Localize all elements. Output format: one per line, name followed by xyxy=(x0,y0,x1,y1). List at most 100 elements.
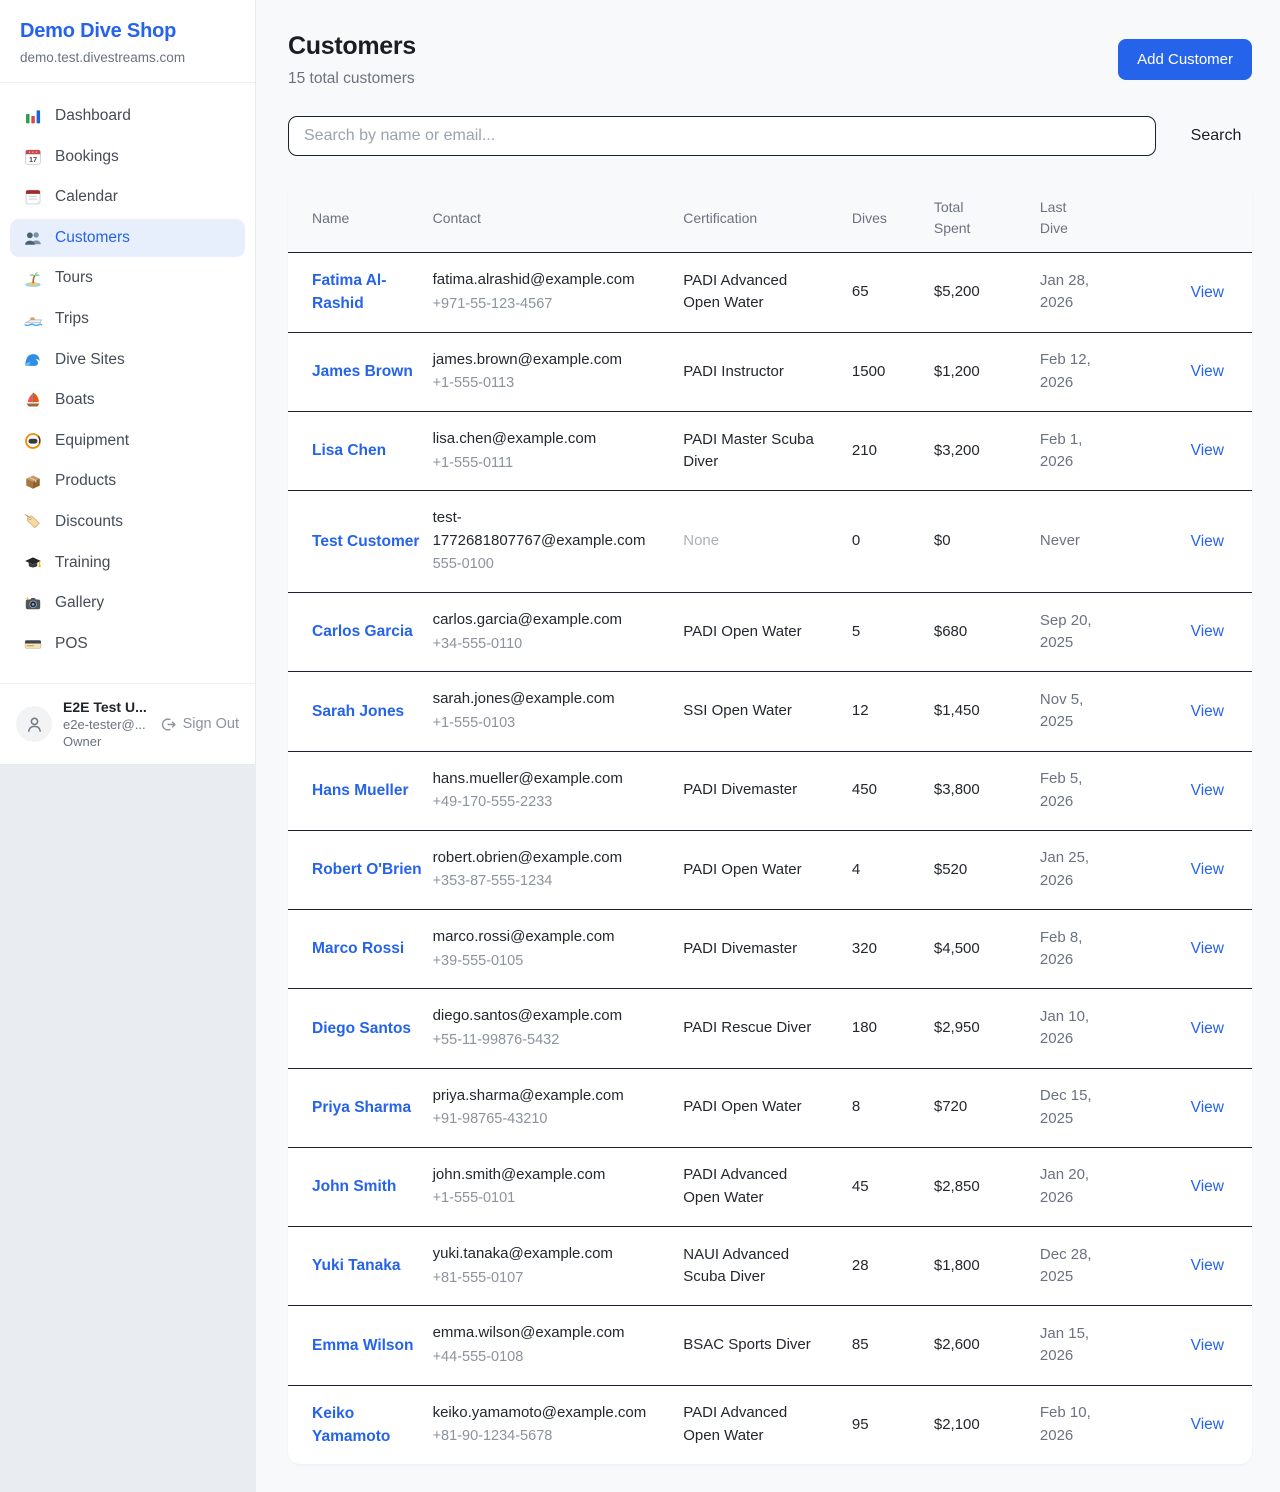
customer-phone: +1-555-0113 xyxy=(433,373,674,395)
customer-total-spent: $4,500 xyxy=(934,910,1040,989)
view-customer-link[interactable]: View xyxy=(1191,703,1224,720)
view-customer-link[interactable]: View xyxy=(1191,782,1224,799)
table-row: Sarah Jones sarah.jones@example.com +1-5… xyxy=(288,672,1252,751)
customers-table: Name Contact Certification Dives Total S… xyxy=(288,184,1252,1464)
view-customer-link[interactable]: View xyxy=(1191,940,1224,957)
customer-email: emma.wilson@example.com xyxy=(433,1322,674,1345)
customer-name-link[interactable]: Sarah Jones xyxy=(312,700,404,723)
sailboat-icon xyxy=(24,391,42,409)
customer-name-link[interactable]: Hans Mueller xyxy=(312,779,408,802)
customer-name-link[interactable]: Test Customer xyxy=(312,530,419,553)
sidebar-item-pos[interactable]: POS xyxy=(10,625,245,664)
customer-contact: priya.sharma@example.com +91-98765-43210 xyxy=(433,1068,684,1147)
search-input[interactable] xyxy=(288,116,1156,156)
speedboat-icon xyxy=(24,310,42,328)
customer-total-spent: $2,850 xyxy=(934,1147,1040,1226)
customer-certification: PADI Master Scuba Diver xyxy=(683,412,852,491)
customer-name-link[interactable]: Lisa Chen xyxy=(312,439,386,462)
sidebar-item-dive-sites[interactable]: Dive Sites xyxy=(10,341,245,380)
customer-last-dive: Feb 8, 2026 xyxy=(1040,927,1098,972)
customer-total-spent: $3,800 xyxy=(934,751,1040,830)
sidebar-item-tours[interactable]: Tours xyxy=(10,259,245,298)
customer-name-link[interactable]: John Smith xyxy=(312,1175,396,1198)
customer-name-link[interactable]: Yuki Tanaka xyxy=(312,1254,400,1277)
customer-email: fatima.alrashid@example.com xyxy=(433,269,674,292)
customer-certification: PADI Open Water xyxy=(683,593,852,672)
view-customer-link[interactable]: View xyxy=(1191,363,1224,380)
sidebar-item-dashboard[interactable]: Dashboard xyxy=(10,97,245,136)
customer-phone: +91-98765-43210 xyxy=(433,1109,674,1131)
sidebar-item-products[interactable]: Products xyxy=(10,462,245,501)
view-customer-link[interactable]: View xyxy=(1191,442,1224,459)
view-customer-link[interactable]: View xyxy=(1191,1020,1224,1037)
table-row: Keiko Yamamoto keiko.yamamoto@example.co… xyxy=(288,1385,1252,1464)
customer-email: keiko.yamamoto@example.com xyxy=(433,1402,674,1425)
customer-contact: emma.wilson@example.com +44-555-0108 xyxy=(433,1306,684,1385)
customer-phone: +971-55-123-4567 xyxy=(433,294,674,316)
view-customer-link[interactable]: View xyxy=(1191,1257,1224,1274)
table-row: Robert O'Brien robert.obrien@example.com… xyxy=(288,830,1252,909)
user-email: e2e-tester@... xyxy=(63,717,150,732)
customer-contact: marco.rossi@example.com +39-555-0105 xyxy=(433,910,684,989)
customer-phone: +49-170-555-2233 xyxy=(433,792,674,814)
search-button[interactable]: Search xyxy=(1180,127,1252,145)
add-customer-button[interactable]: Add Customer xyxy=(1118,39,1252,80)
customer-phone: +44-555-0108 xyxy=(433,1347,674,1369)
sidebar-item-discounts[interactable]: Discounts xyxy=(10,503,245,542)
sidebar-item-calendar[interactable]: Calendar xyxy=(10,178,245,217)
customer-name-link[interactable]: Emma Wilson xyxy=(312,1334,414,1357)
customer-total-spent: $520 xyxy=(934,830,1040,909)
customer-certification: PADI Divemaster xyxy=(683,910,852,989)
customer-name-link[interactable]: Fatima Al-Rashid xyxy=(312,269,423,316)
view-customer-link[interactable]: View xyxy=(1191,1099,1224,1116)
view-customer-link[interactable]: View xyxy=(1191,1178,1224,1195)
sidebar-item-equipment[interactable]: Equipment xyxy=(10,422,245,461)
customer-dives: 1500 xyxy=(852,332,934,411)
customer-certification: PADI Rescue Diver xyxy=(683,989,852,1068)
view-customer-link[interactable]: View xyxy=(1191,533,1224,550)
customer-total-spent: $1,200 xyxy=(934,332,1040,411)
package-icon xyxy=(24,473,42,491)
sign-out-button[interactable]: Sign Out xyxy=(161,716,239,732)
people-icon xyxy=(24,229,42,247)
sidebar-item-customers[interactable]: Customers xyxy=(10,219,245,258)
customer-email: priya.sharma@example.com xyxy=(433,1085,674,1108)
sidebar-nav: Dashboard 17 Bookings Calendar Customers… xyxy=(0,83,255,683)
sidebar-item-training[interactable]: Training xyxy=(10,544,245,583)
wave-icon xyxy=(24,351,42,369)
tear-off-calendar-icon xyxy=(24,188,42,206)
col-total-spent: Total Spent xyxy=(934,184,1040,253)
customer-total-spent: $5,200 xyxy=(934,253,1040,333)
customer-dives: 8 xyxy=(852,1068,934,1147)
view-customer-link[interactable]: View xyxy=(1191,1416,1224,1433)
customer-last-dive: Jan 20, 2026 xyxy=(1040,1164,1098,1209)
col-last-dive: Last Dive xyxy=(1040,184,1146,253)
view-customer-link[interactable]: View xyxy=(1191,1337,1224,1354)
user-role: Owner xyxy=(63,734,150,749)
customer-contact: carlos.garcia@example.com +34-555-0110 xyxy=(433,593,684,672)
customer-name-link[interactable]: James Brown xyxy=(312,360,413,383)
customer-phone: 555-0100 xyxy=(433,554,674,576)
col-dives: Dives xyxy=(852,184,934,253)
customer-dives: 85 xyxy=(852,1306,934,1385)
sidebar-item-gallery[interactable]: Gallery xyxy=(10,584,245,623)
sidebar-item-bookings[interactable]: 17 Bookings xyxy=(10,138,245,177)
table-row: Test Customer test-1772681807767@example… xyxy=(288,491,1252,593)
customer-name-link[interactable]: Robert O'Brien xyxy=(312,858,422,881)
customer-name-link[interactable]: Carlos Garcia xyxy=(312,620,413,643)
sidebar-item-trips[interactable]: Trips xyxy=(10,300,245,339)
sidebar-item-boats[interactable]: Boats xyxy=(10,381,245,420)
customer-total-spent: $720 xyxy=(934,1068,1040,1147)
customer-contact: robert.obrien@example.com +353-87-555-12… xyxy=(433,830,684,909)
customer-name-link[interactable]: Diego Santos xyxy=(312,1017,411,1040)
customer-name-link[interactable]: Marco Rossi xyxy=(312,937,404,960)
customer-name-link[interactable]: Keiko Yamamoto xyxy=(312,1402,423,1449)
customer-name-link[interactable]: Priya Sharma xyxy=(312,1096,411,1119)
view-customer-link[interactable]: View xyxy=(1191,861,1224,878)
diving-mask-icon xyxy=(24,432,42,450)
view-customer-link[interactable]: View xyxy=(1191,284,1224,301)
table-row: Priya Sharma priya.sharma@example.com +9… xyxy=(288,1068,1252,1147)
customer-last-dive: Dec 28, 2025 xyxy=(1040,1244,1098,1289)
view-customer-link[interactable]: View xyxy=(1191,623,1224,640)
customer-last-dive: Nov 5, 2025 xyxy=(1040,689,1098,734)
